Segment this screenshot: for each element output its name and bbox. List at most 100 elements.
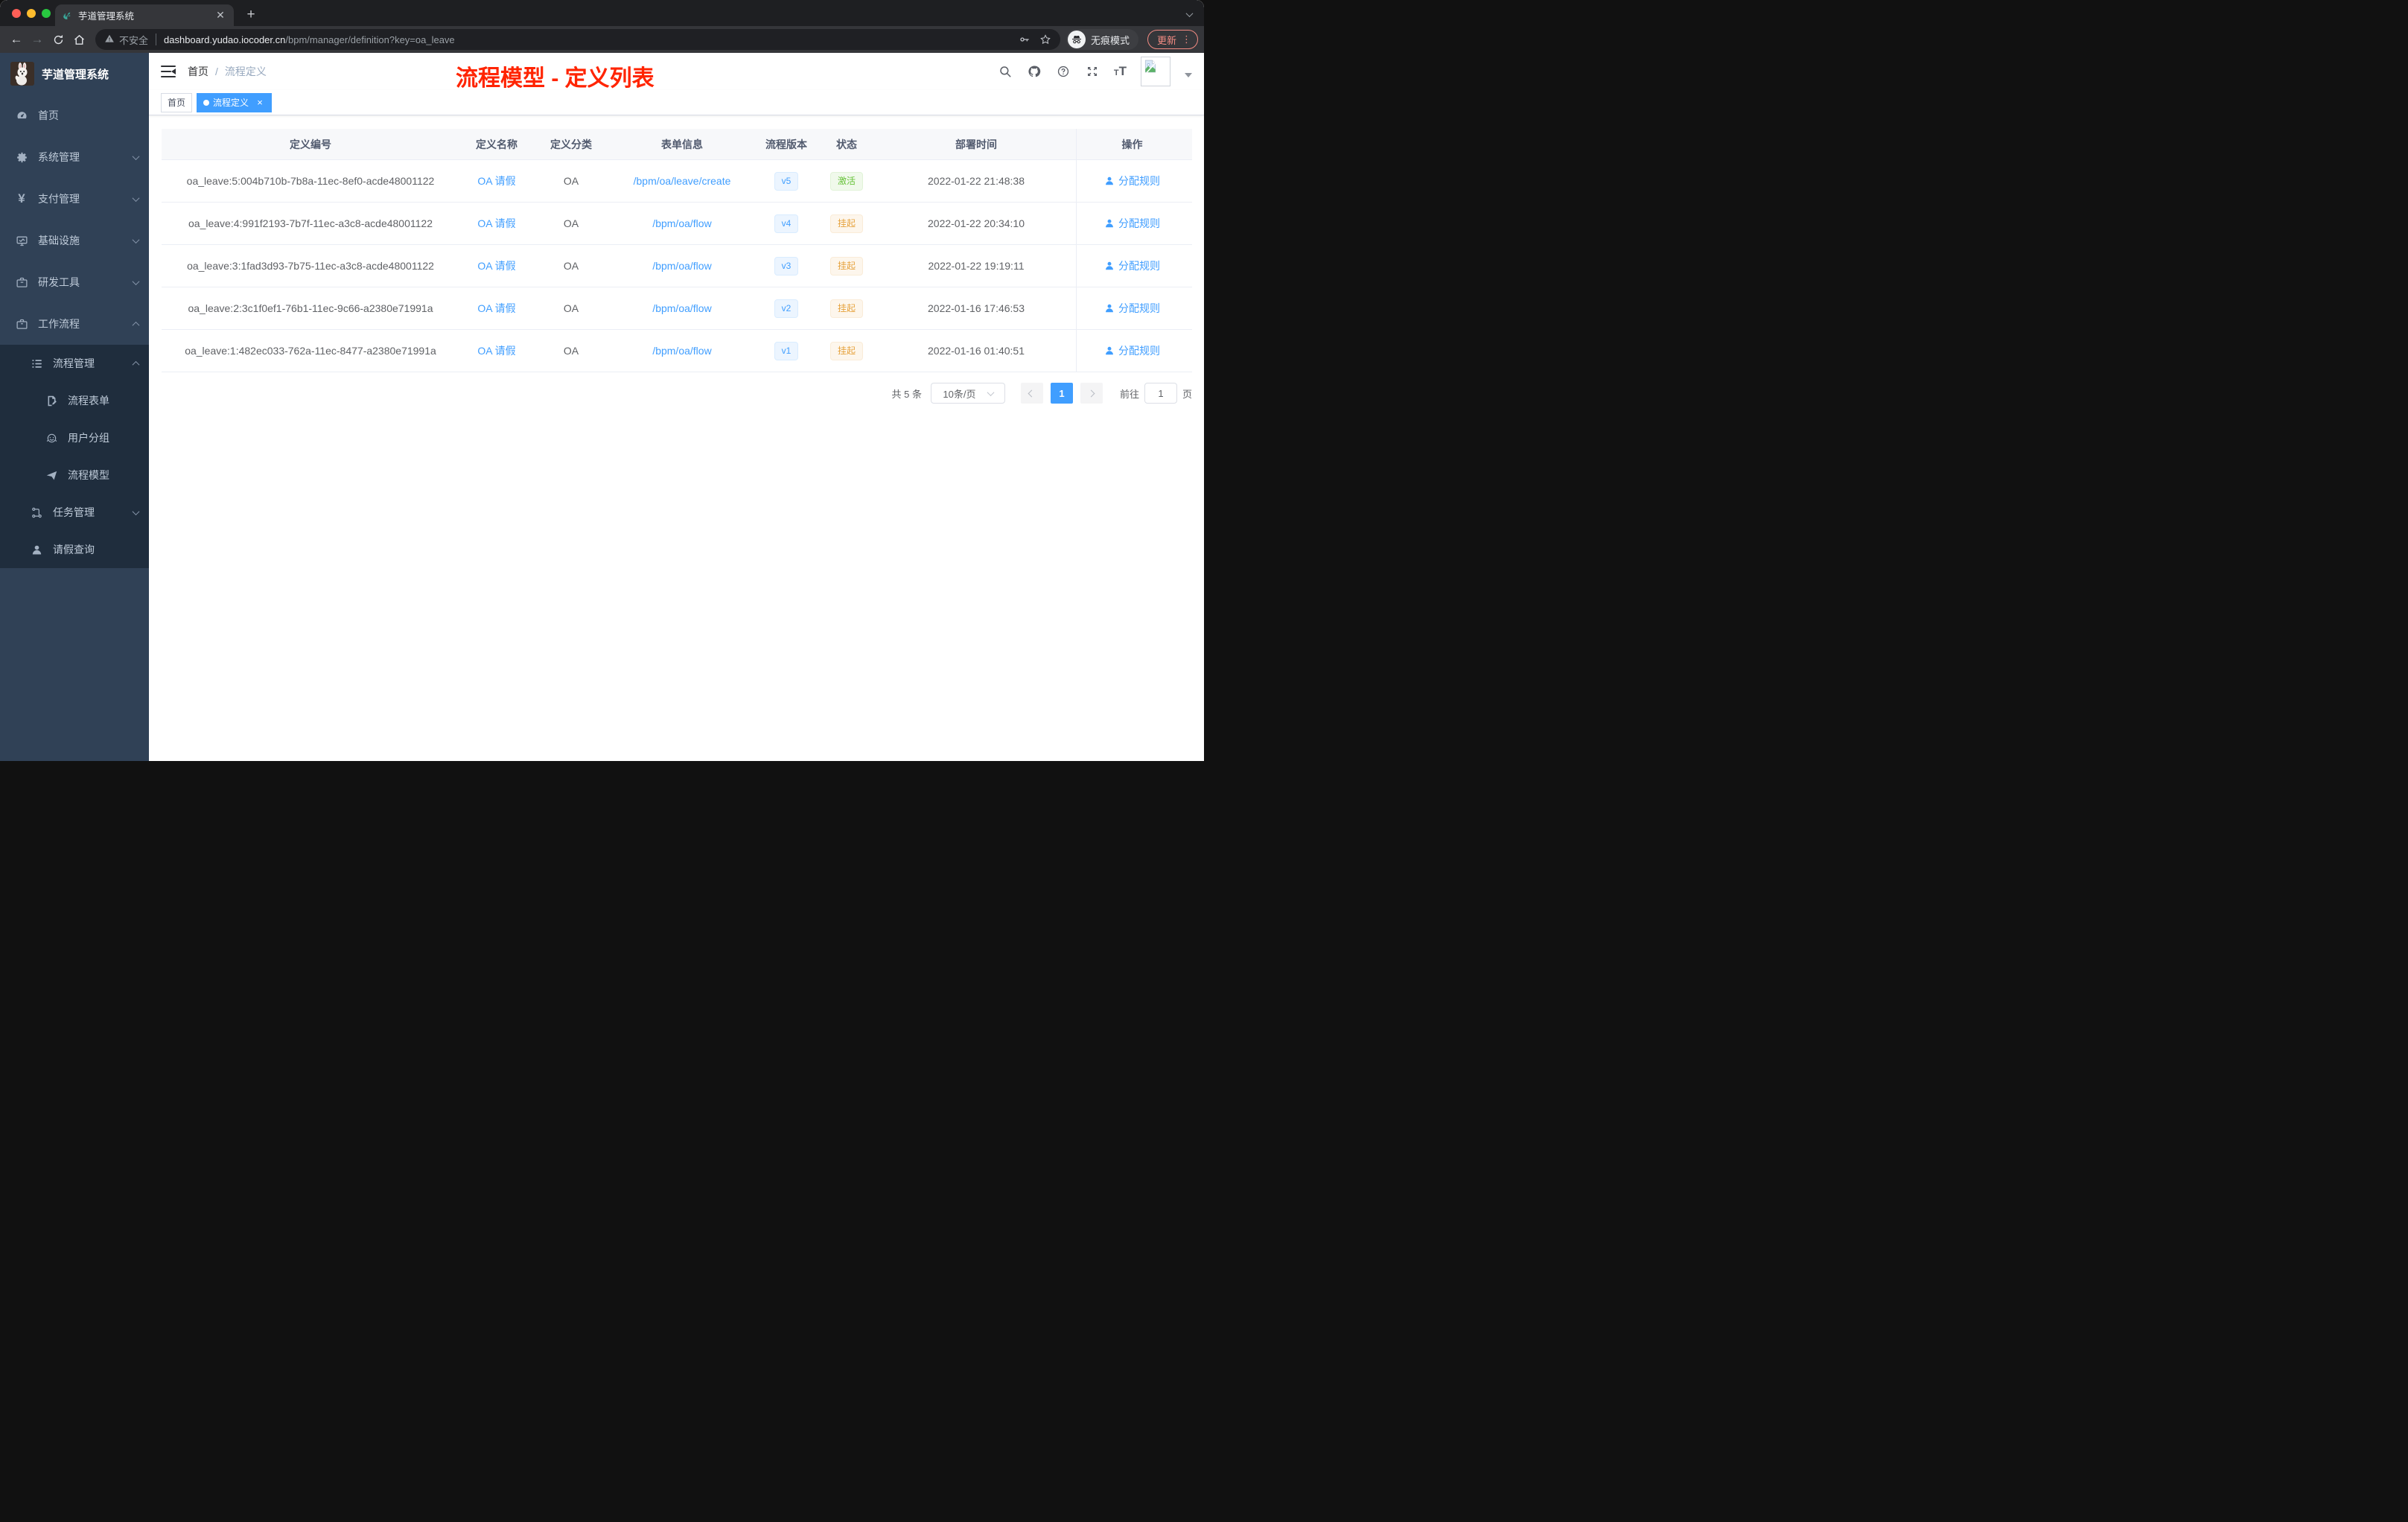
- browser-tab[interactable]: 芋道管理系统 ✕: [55, 4, 234, 26]
- sidebar-item-label: 流程模型: [68, 469, 109, 481]
- page-size-select[interactable]: 10条/页: [930, 383, 1005, 404]
- tab-strip: 芋道管理系统 ✕ +: [0, 0, 1204, 26]
- form-link[interactable]: /bpm/oa/flow: [652, 217, 711, 229]
- definition-id: oa_leave:1:482ec033-762a-11ec-8477-a2380…: [185, 345, 436, 357]
- zoom-window-button[interactable]: [42, 9, 51, 18]
- update-label: 更新: [1156, 34, 1176, 46]
- goto-page-input[interactable]: [1144, 383, 1177, 404]
- sidebar-item-pay[interactable]: ¥ 支付管理: [0, 178, 149, 220]
- table-row: oa_leave:5:004b710b-7b8a-11ec-8ef0-acde4…: [162, 160, 1192, 203]
- update-button[interactable]: 更新 ⋮: [1147, 30, 1198, 49]
- list-icon: [30, 357, 43, 370]
- prev-page-button[interactable]: [1020, 383, 1043, 404]
- hamburger-icon[interactable]: [161, 65, 176, 78]
- assign-rule-link[interactable]: 分配规则: [1118, 301, 1160, 316]
- sidebar-item-process-form[interactable]: 流程表单: [0, 382, 149, 419]
- version-badge: v4: [774, 214, 799, 233]
- current-page-button[interactable]: 1: [1050, 383, 1073, 404]
- new-tab-button[interactable]: +: [241, 7, 261, 23]
- tag-0[interactable]: 首页: [161, 92, 193, 112]
- chevron-down-icon[interactable]: [1185, 7, 1194, 21]
- reload-button[interactable]: [48, 29, 69, 50]
- status-badge: 挂起: [829, 256, 863, 276]
- form-link[interactable]: /bpm/oa/flow: [652, 260, 711, 272]
- pagination: 共 5 条 10条/页 1 前往 页: [162, 383, 1192, 404]
- incognito-icon: [1067, 31, 1086, 48]
- breadcrumb-home[interactable]: 首页: [188, 64, 208, 79]
- definition-name-link[interactable]: OA 请假: [477, 301, 515, 316]
- definition-name-link[interactable]: OA 请假: [477, 343, 515, 358]
- definition-name-link[interactable]: OA 请假: [477, 216, 515, 231]
- tags-view: 首页 流程定义 ×: [149, 90, 1204, 115]
- app-title: 芋道管理系统: [42, 68, 109, 81]
- definition-category: OA: [563, 260, 579, 272]
- chevron-down-icon: [132, 235, 140, 243]
- password-key-icon[interactable]: [1019, 34, 1031, 45]
- deploy-time: 2022-01-22 21:48:38: [928, 175, 1025, 187]
- deploy-time: 2022-01-16 01:40:51: [928, 345, 1025, 357]
- tag-1[interactable]: 流程定义 ×: [197, 92, 273, 112]
- github-icon[interactable]: [1027, 64, 1042, 79]
- tab-close-icon[interactable]: ✕: [214, 9, 226, 22]
- sidebar-item-label: 用户分组: [68, 432, 109, 444]
- home-button[interactable]: [69, 29, 89, 50]
- assign-rule-link[interactable]: 分配规则: [1118, 343, 1160, 358]
- breadcrumb-separator: /: [215, 66, 218, 77]
- tag-close-icon[interactable]: ×: [255, 97, 265, 108]
- fullscreen-icon[interactable]: [1085, 64, 1100, 79]
- security-label[interactable]: 不安全: [119, 33, 148, 47]
- sidebar-item-leave-query[interactable]: 请假查询: [0, 531, 149, 568]
- avatar-caret-icon[interactable]: [1185, 72, 1192, 81]
- address-bar[interactable]: 不安全 dashboard.yudao.iocoder.cn/bpm/manag…: [95, 29, 1060, 50]
- plane-icon: [45, 468, 58, 482]
- column-header-1: 定义名称: [476, 138, 517, 150]
- table-row: oa_leave:2:3c1f0ef1-76b1-11ec-9c66-a2380…: [162, 287, 1192, 330]
- back-button[interactable]: ←: [6, 29, 27, 50]
- person-icon: [1104, 218, 1115, 229]
- tag-label: 流程定义: [213, 98, 249, 108]
- assign-rule-link[interactable]: 分配规则: [1118, 216, 1160, 231]
- help-icon[interactable]: [1056, 64, 1071, 79]
- sidebar-item-user-group[interactable]: 用户分组: [0, 419, 149, 456]
- browser-menu-icon[interactable]: ⋮: [1182, 34, 1191, 45]
- search-icon[interactable]: [998, 64, 1013, 79]
- assign-rule-link[interactable]: 分配规则: [1118, 173, 1160, 188]
- minimize-window-button[interactable]: [27, 9, 36, 18]
- person-icon: [1104, 303, 1115, 313]
- sidebar-item-infra[interactable]: 基础设施: [0, 220, 149, 261]
- status-badge: 激活: [829, 171, 863, 191]
- sidebar-item-workflow[interactable]: 工作流程: [0, 303, 149, 345]
- sidebar-item-process-model[interactable]: 流程模型: [0, 456, 149, 494]
- form-link[interactable]: /bpm/oa/flow: [652, 302, 711, 314]
- pagination-total: 共 5 条: [891, 388, 922, 400]
- sidebar-logo[interactable]: 芋道管理系统: [0, 53, 149, 95]
- main-area: 首页 / 流程定义 流程模型 - 定义列表 TT 首页 流程定义 × 定义编号 …: [149, 53, 1204, 761]
- url-host: dashboard.yudao.iocoder.cn: [164, 34, 286, 45]
- tab-title: 芋道管理系统: [78, 11, 135, 22]
- bookmark-star-icon[interactable]: [1039, 34, 1051, 45]
- table-row: oa_leave:3:1fad3d93-7b75-11ec-a3c8-acde4…: [162, 245, 1192, 287]
- sidebar-item-home[interactable]: 首页: [0, 95, 149, 136]
- definition-name-link[interactable]: OA 请假: [477, 258, 515, 273]
- avatar[interactable]: [1141, 57, 1170, 86]
- next-page-button[interactable]: [1080, 383, 1103, 404]
- deploy-time: 2022-01-16 17:46:53: [928, 302, 1025, 314]
- form-link[interactable]: /bpm/oa/flow: [652, 345, 711, 357]
- font-size-icon[interactable]: TT: [1114, 64, 1127, 79]
- definition-category: OA: [563, 217, 579, 229]
- table-row: oa_leave:4:991f2193-7b7f-11ec-a3c8-acde4…: [162, 203, 1192, 245]
- forward-button[interactable]: →: [27, 29, 48, 50]
- close-window-button[interactable]: [12, 9, 21, 18]
- sidebar-item-devtools[interactable]: 研发工具: [0, 261, 149, 303]
- sidebar-item-task-mgmt[interactable]: 任务管理: [0, 494, 149, 531]
- sidebar-item-label: 流程管理: [53, 357, 95, 369]
- form-link[interactable]: /bpm/oa/leave/create: [634, 175, 731, 187]
- sidebar-item-label: 流程表单: [68, 395, 109, 407]
- yen-icon: ¥: [18, 191, 25, 206]
- sidebar-item-system[interactable]: 系统管理: [0, 136, 149, 178]
- definition-name-link[interactable]: OA 请假: [477, 173, 515, 188]
- column-header-4: 流程版本: [765, 138, 807, 150]
- sidebar-item-process-mgmt[interactable]: 流程管理: [0, 345, 149, 382]
- assign-rule-link[interactable]: 分配规则: [1118, 258, 1160, 273]
- definition-id: oa_leave:5:004b710b-7b8a-11ec-8ef0-acde4…: [186, 175, 435, 187]
